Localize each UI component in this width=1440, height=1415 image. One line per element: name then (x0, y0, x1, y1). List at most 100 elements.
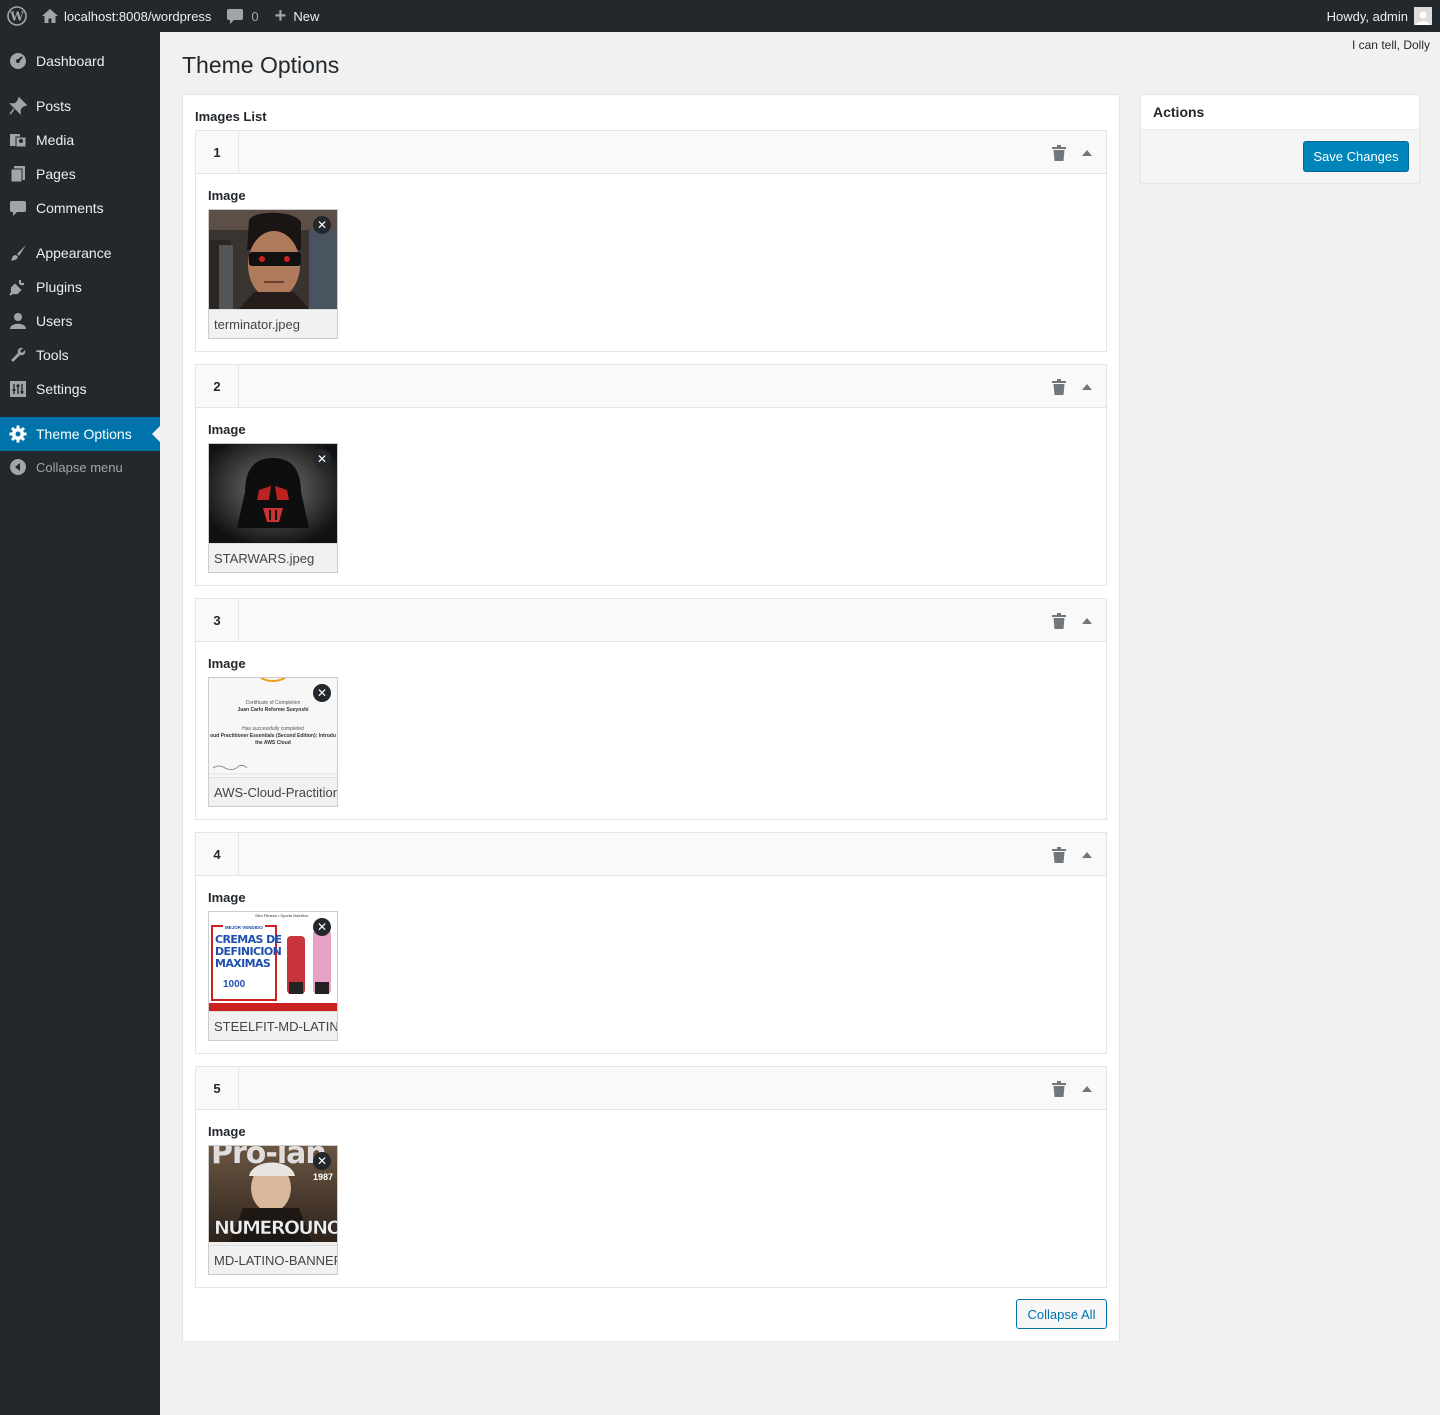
remove-image-icon[interactable]: ✕ (313, 216, 331, 234)
collapse-menu-label: Collapse menu (36, 459, 123, 475)
aws-cert-course-end: the AWS Cloud (255, 740, 291, 746)
image-preview[interactable]: terminator.jpeg ✕ (208, 209, 338, 339)
trash-icon[interactable] (1052, 847, 1066, 863)
aws-cert-course: oud Practitioner Essentials (Second Edit… (210, 733, 336, 739)
remove-image-icon[interactable]: ✕ (313, 1152, 331, 1170)
page-title: Theme Options (182, 52, 340, 78)
group-header[interactable]: 2 (196, 365, 1106, 408)
collapse-toggle-icon[interactable] (1080, 848, 1094, 862)
wrench-icon (0, 346, 36, 364)
steelfit-badge-text: MEJOR VENDIDO (223, 925, 265, 930)
field-label: Image (208, 188, 246, 203)
comment-bubble-icon (227, 8, 244, 24)
menu-label: Tools (36, 347, 69, 363)
remove-image-icon[interactable]: ✕ (313, 684, 331, 702)
repeater-group: 2 Image STARWARS.jpeg ✕ (195, 364, 1107, 586)
trash-icon[interactable] (1052, 613, 1066, 629)
menu-item-media[interactable]: Media (0, 123, 160, 157)
comments-link[interactable]: 0 (219, 0, 266, 32)
brush-icon (0, 244, 36, 262)
field-label: Image (208, 890, 246, 905)
menu-item-theme-options[interactable]: Theme Options (0, 417, 160, 451)
repeater-group: 3 Image Certificate of Completion Juan C… (195, 598, 1107, 820)
repeater-group: 5 Image Pro-lan 1987 NUMEROUNO MD-LATINO… (195, 1066, 1107, 1288)
collapse-menu-button[interactable]: Collapse menu (0, 450, 160, 484)
aws-cert-completed: Has successfully completed (242, 726, 304, 732)
avatar (1414, 7, 1432, 25)
md-banner-top: Pro-lan (211, 1146, 327, 1171)
image-filename: AWS-Cloud-Practitioner-Essentials-Certif… (209, 777, 337, 806)
menu-item-tools[interactable]: Tools (0, 338, 160, 372)
group-header[interactable]: 5 (196, 1067, 1106, 1110)
collapse-arrow-icon (0, 459, 36, 475)
menu-label: Dashboard (36, 53, 105, 69)
gear-icon (0, 425, 36, 443)
comment-icon (0, 199, 36, 217)
menu-item-pages[interactable]: Pages (0, 157, 160, 191)
md-banner-main: NUMEROUNO (214, 1217, 337, 1240)
trash-icon[interactable] (1052, 379, 1066, 395)
collapse-toggle-icon[interactable] (1080, 380, 1094, 394)
group-header[interactable]: 1 (196, 131, 1106, 174)
wordpress-logo-icon[interactable]: W (0, 0, 34, 32)
group-number: 3 (196, 599, 239, 641)
trash-icon[interactable] (1052, 1081, 1066, 1097)
collapse-toggle-icon[interactable] (1080, 614, 1094, 628)
menu-label: Media (36, 132, 75, 148)
dashboard-icon (0, 52, 36, 70)
howdy-text: Howdy, admin (1326, 8, 1408, 24)
field-label: Image (208, 1124, 246, 1139)
steelfit-line3: MAXIMAS (215, 957, 271, 970)
trash-icon[interactable] (1052, 145, 1066, 161)
actions-footer: Save Changes (1141, 130, 1419, 183)
group-number: 5 (196, 1067, 239, 1109)
settings-icon (0, 380, 36, 398)
remove-image-icon[interactable]: ✕ (313, 918, 331, 936)
image-filename: STARWARS.jpeg (209, 543, 337, 572)
menu-item-settings[interactable]: Settings (0, 372, 160, 406)
group-header[interactable]: 4 (196, 833, 1106, 876)
collapse-all-button[interactable]: Collapse All (1016, 1299, 1107, 1329)
image-filename: STEELFIT-MD-LATINO-Banner.jpg (209, 1011, 337, 1040)
field-label: Image (208, 656, 246, 671)
image-preview[interactable]: Certificate of Completion Juan Carlo Ref… (208, 677, 338, 807)
remove-image-icon[interactable]: ✕ (313, 450, 331, 468)
menu-label: Plugins (36, 279, 82, 295)
repeater-group: 1 Image terminator.jpeg ✕ (195, 130, 1107, 352)
group-header[interactable]: 3 (196, 599, 1106, 642)
menu-item-comments[interactable]: Comments (0, 191, 160, 225)
image-preview[interactable]: STARWARS.jpeg ✕ (208, 443, 338, 573)
menu-item-plugins[interactable]: Plugins (0, 270, 160, 304)
menu-item-dashboard[interactable]: Dashboard (0, 44, 160, 78)
image-preview[interactable]: Slim Fitness • Sports Nutrition MEJOR VE… (208, 911, 338, 1041)
menu-label: Appearance (36, 245, 112, 261)
menu-label: Pages (36, 166, 76, 182)
new-content-link[interactable]: + New (267, 0, 328, 32)
pin-icon (0, 97, 36, 115)
menu-item-appearance[interactable]: Appearance (0, 236, 160, 270)
collapse-toggle-icon[interactable] (1080, 1082, 1094, 1096)
home-icon (42, 9, 58, 23)
svg-text:W: W (9, 10, 24, 24)
site-name-link[interactable]: localhost:8008/wordpress (34, 0, 219, 32)
save-changes-button[interactable]: Save Changes (1303, 141, 1409, 172)
menu-item-users[interactable]: Users (0, 304, 160, 338)
collapse-toggle-icon[interactable] (1080, 146, 1094, 160)
aws-cert-name: Juan Carlo Reforme Sueyoshi (237, 707, 309, 713)
image-preview[interactable]: Pro-lan 1987 NUMEROUNO MD-LATINO-BANNER-… (208, 1145, 338, 1275)
steelfit-header-text: Slim Fitness • Sports Nutrition (255, 913, 308, 918)
hello-dolly-text: I can tell, Dolly (1351, 38, 1430, 52)
options-panel: Images List 1 Image terminator.jpeg ✕ 2 … (182, 94, 1120, 1342)
menu-item-posts[interactable]: Posts (0, 89, 160, 123)
actions-box: Actions Save Changes (1140, 94, 1420, 184)
media-icon (0, 131, 36, 149)
repeater-group: 4 Image Slim Fitness • Sports Nutrition (195, 832, 1107, 1054)
admin-menu: Dashboard Posts Media Pages Comments App… (0, 32, 160, 1415)
images-list-label: Images List (195, 109, 267, 124)
site-url: localhost:8008/wordpress (64, 8, 212, 24)
image-filename: terminator.jpeg (209, 309, 337, 338)
my-account-link[interactable]: Howdy, admin (1319, 0, 1440, 32)
md-banner-year: 1987 (313, 1172, 334, 1182)
steelfit-count: 1000 (223, 979, 246, 990)
menu-label: Theme Options (36, 426, 132, 442)
